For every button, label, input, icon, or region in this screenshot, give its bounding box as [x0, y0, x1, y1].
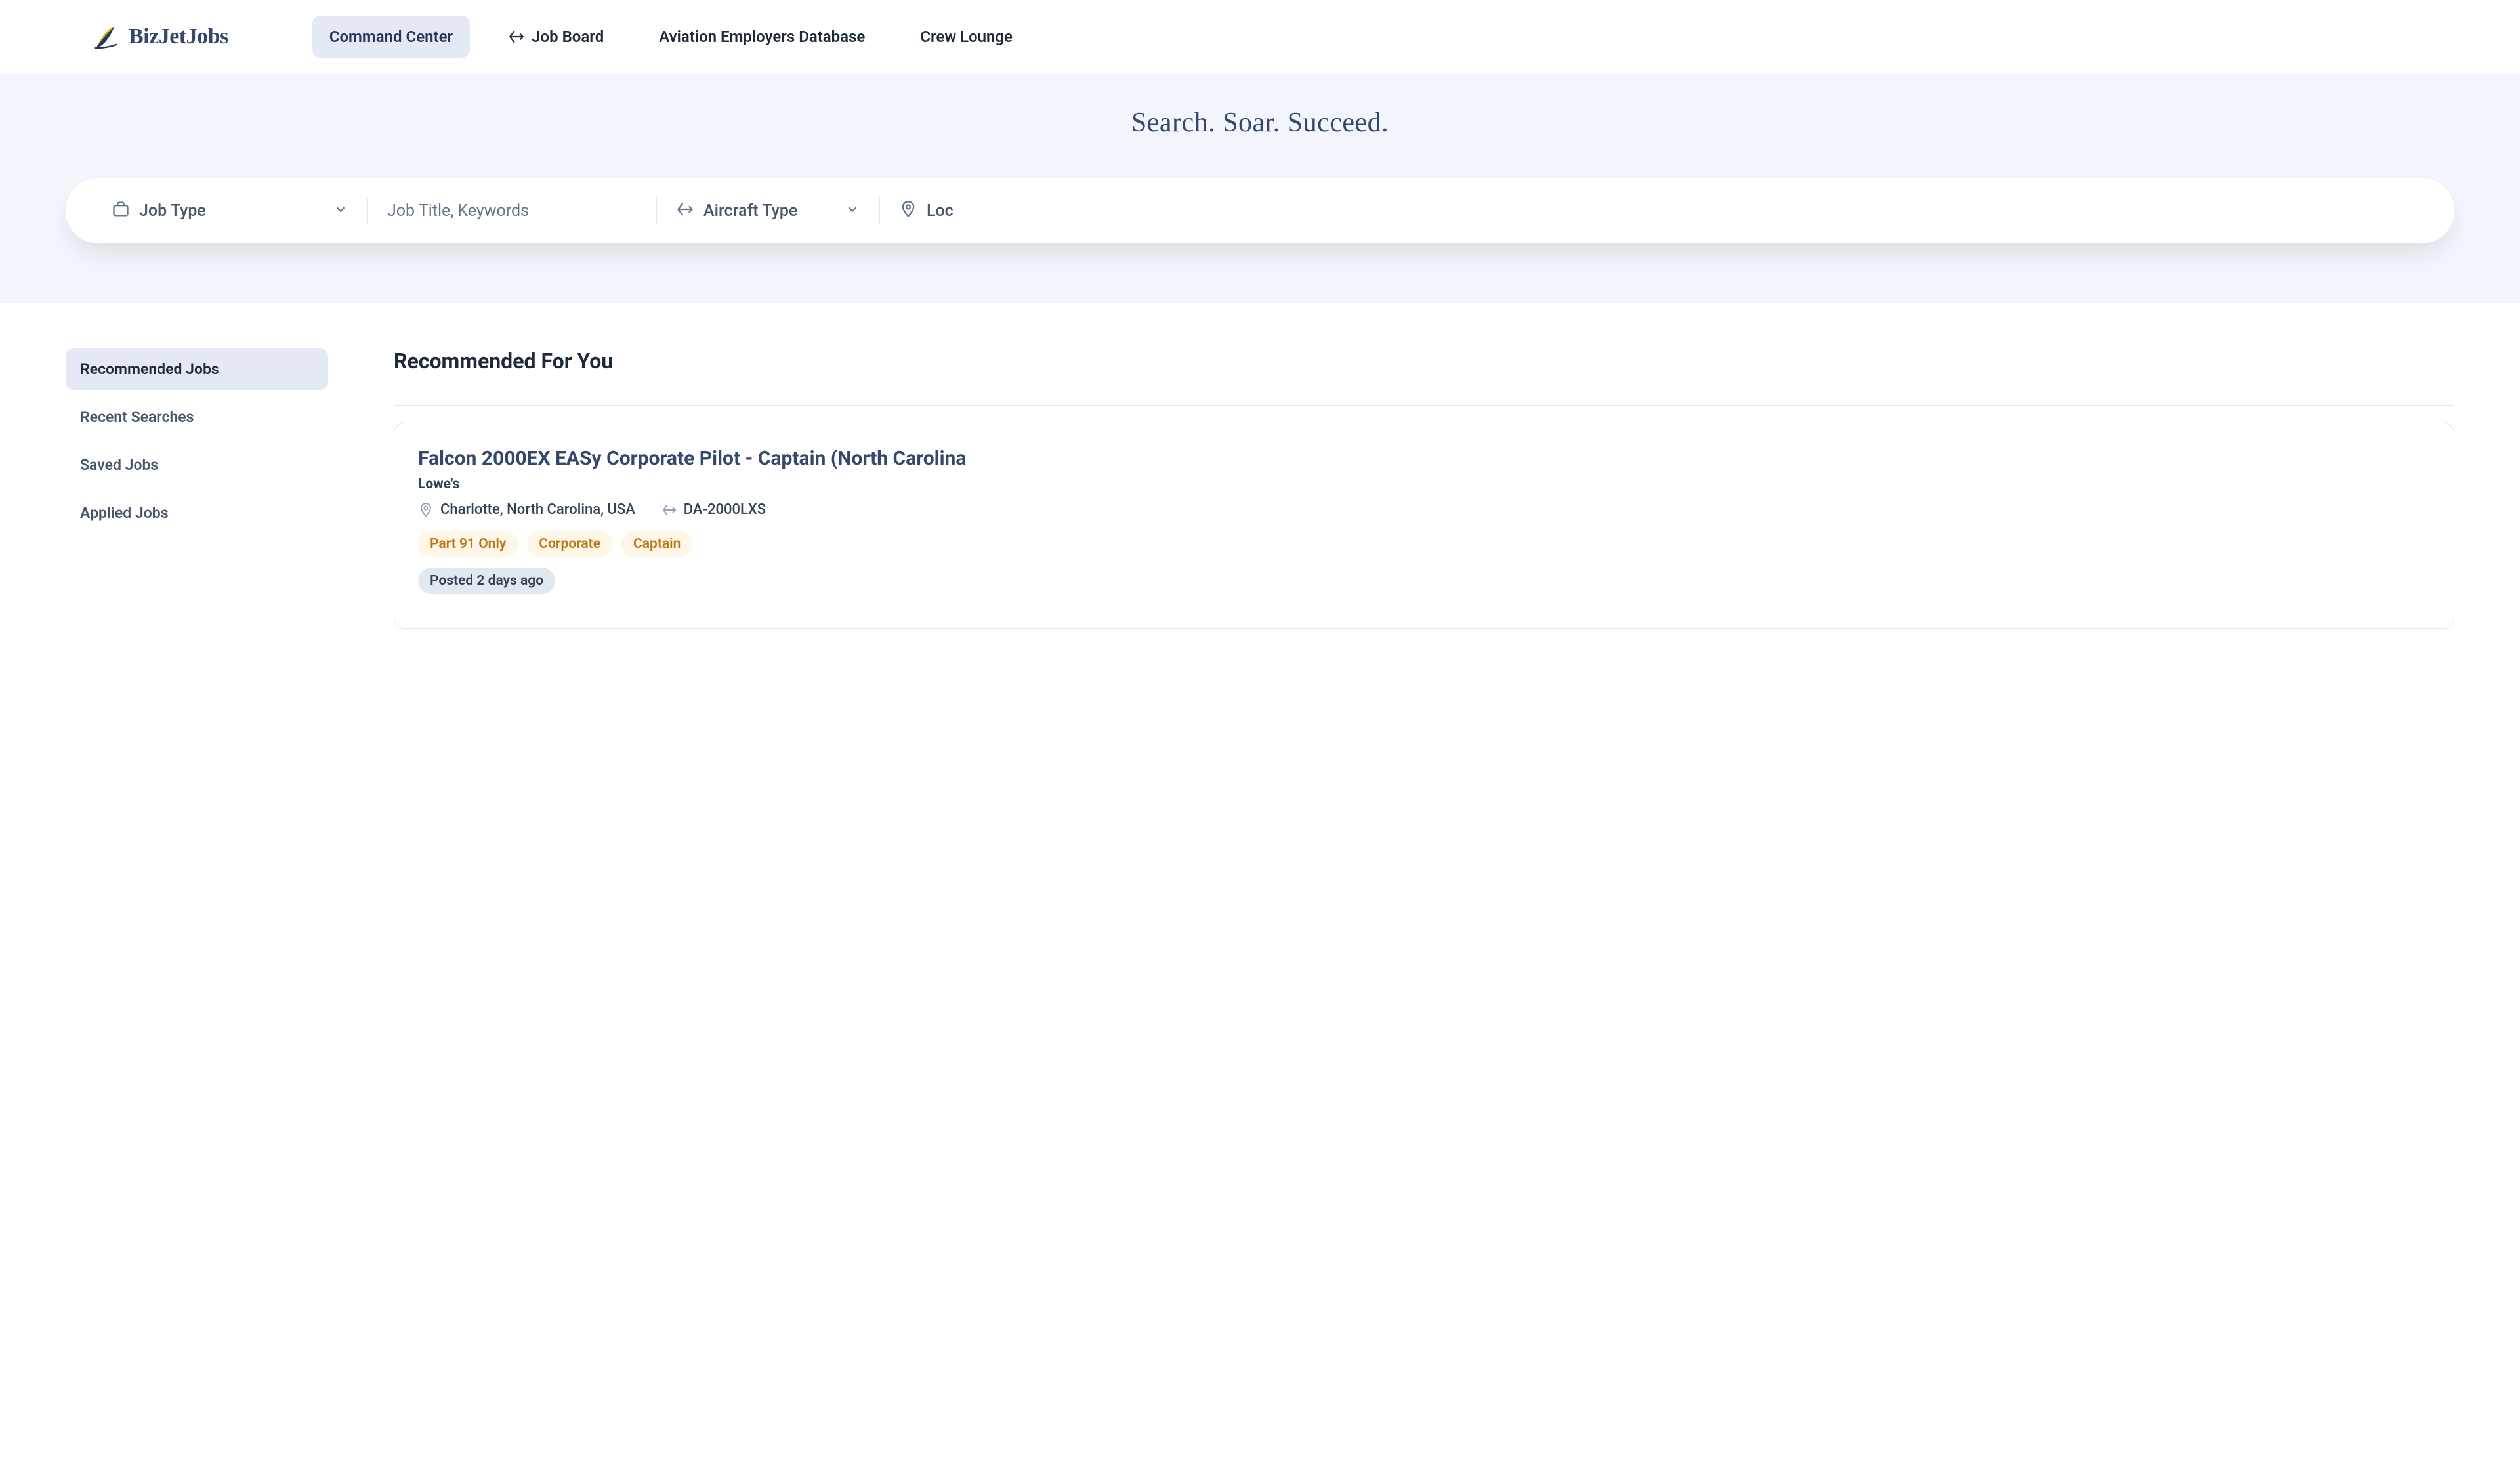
job-aircraft: DA-2000LXS: [662, 501, 766, 518]
job-aircraft-text: DA-2000LXS: [684, 501, 766, 518]
search-aircraft-type[interactable]: Aircraft Type: [656, 200, 879, 221]
search-location[interactable]: Loc: [879, 200, 2428, 221]
job-tag: Part 91 Only: [418, 531, 518, 557]
briefcase-icon: [112, 200, 130, 221]
job-posted-row: Posted 2 days ago: [418, 568, 2430, 594]
nav-label: Job Board: [532, 28, 604, 46]
job-tag: Captain: [621, 531, 692, 557]
section-title: Recommended For You: [394, 348, 2454, 373]
main-content: Recommended Jobs Recent Searches Saved J…: [0, 303, 2520, 629]
logo-icon: [92, 22, 122, 52]
sidebar-item-label: Recent Searches: [80, 408, 194, 426]
nav-job-board[interactable]: Job Board: [491, 16, 621, 58]
location-pin-icon: [899, 200, 917, 221]
job-tag: Corporate: [527, 531, 612, 557]
plane-icon: [676, 200, 694, 221]
top-nav: BizJetJobs Command Center Job Board Avia…: [0, 0, 2520, 74]
hero-section: Search. Soar. Succeed. Job Type Job Titl…: [0, 74, 2520, 303]
location-pin-icon: [418, 502, 434, 518]
job-title: Falcon 2000EX EASy Corporate Pilot - Cap…: [418, 447, 2430, 470]
sidebar-item-label: Recommended Jobs: [80, 360, 219, 378]
plane-icon: [508, 28, 525, 45]
sidebar-item-recommended[interactable]: Recommended Jobs: [66, 348, 328, 390]
sidebar-item-saved[interactable]: Saved Jobs: [66, 444, 328, 486]
nav-employers-db[interactable]: Aviation Employers Database: [642, 16, 882, 58]
search-bar: Job Type Job Title, Keywords Aircraft Ty…: [66, 178, 2454, 243]
job-meta: Charlotte, North Carolina, USA DA-2000LX…: [418, 501, 2430, 518]
keywords-placeholder: Job Title, Keywords: [387, 201, 637, 221]
sidebar-item-label: Saved Jobs: [80, 456, 158, 474]
job-type-label: Job Type: [139, 201, 324, 221]
location-label: Loc: [927, 201, 2408, 221]
chevron-down-icon: [333, 202, 348, 219]
sidebar-item-applied[interactable]: Applied Jobs: [66, 492, 328, 534]
search-job-type[interactable]: Job Type: [92, 200, 368, 221]
aircraft-type-label: Aircraft Type: [704, 201, 836, 221]
sidebar-item-label: Applied Jobs: [80, 504, 169, 522]
plane-icon: [662, 502, 677, 518]
brand-name: BizJetJobs: [129, 24, 228, 49]
job-card[interactable]: Falcon 2000EX EASy Corporate Pilot - Cap…: [394, 423, 2454, 629]
nav-label: Command Center: [329, 28, 453, 46]
nav-links: Command Center Job Board Aviation Employ…: [312, 16, 1030, 58]
nav-label: Aviation Employers Database: [659, 28, 865, 46]
job-location-text: Charlotte, North Carolina, USA: [440, 501, 635, 518]
sidebar-item-recent[interactable]: Recent Searches: [66, 396, 328, 438]
job-tags: Part 91 Only Corporate Captain: [418, 531, 2430, 557]
nav-label: Crew Lounge: [920, 28, 1013, 46]
job-location: Charlotte, North Carolina, USA: [418, 501, 635, 518]
job-company: Lowe's: [418, 476, 2430, 492]
nav-command-center[interactable]: Command Center: [312, 16, 470, 58]
divider: [394, 405, 2454, 406]
brand-logo[interactable]: BizJetJobs: [92, 22, 228, 52]
nav-crew-lounge[interactable]: Crew Lounge: [903, 16, 1030, 58]
job-posted: Posted 2 days ago: [418, 568, 555, 594]
chevron-down-icon: [845, 202, 860, 219]
sidebar: Recommended Jobs Recent Searches Saved J…: [66, 348, 328, 629]
content-area: Recommended For You Falcon 2000EX EASy C…: [394, 348, 2454, 629]
search-keywords[interactable]: Job Title, Keywords: [368, 201, 656, 221]
tagline: Search. Soar. Succeed.: [0, 107, 2520, 138]
